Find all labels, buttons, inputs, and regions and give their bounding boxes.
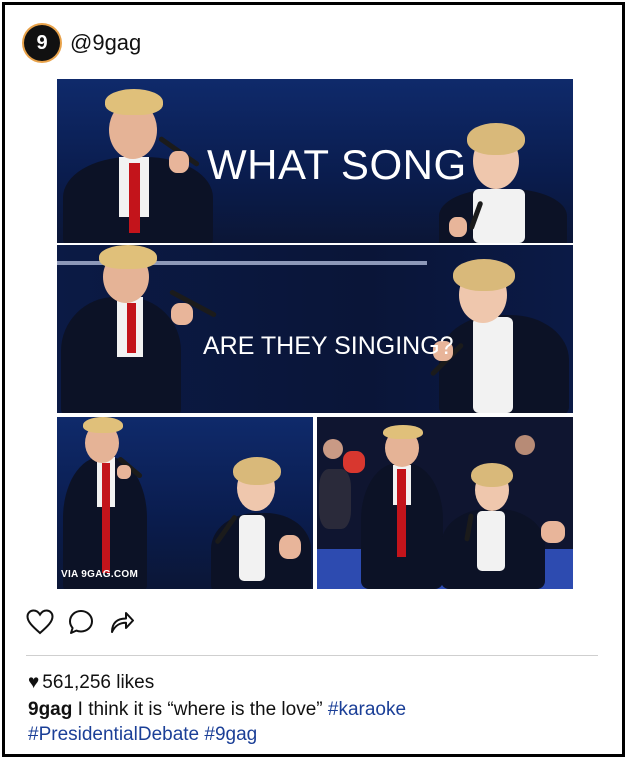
like-button[interactable]: [26, 608, 54, 636]
speaker-right-figure: [207, 417, 313, 589]
watermark-text: VIA 9GAG.COM: [61, 569, 139, 580]
speaker-left-figure: [57, 79, 227, 243]
share-icon: [111, 612, 134, 633]
hashtag-link[interactable]: #PresidentialDebate: [28, 724, 199, 745]
heart-outline-icon: [26, 609, 54, 635]
avatar[interactable]: 9: [24, 25, 60, 61]
collage-panel-middle: ARE THEY SINGING?: [57, 245, 573, 413]
speaker-right-figure: [435, 417, 573, 589]
collage-panel-bottom-right: [317, 417, 573, 589]
comment-button[interactable]: [67, 608, 95, 636]
post-image[interactable]: WHAT SONG ARE THEY SINGING? VIA 9GAG.COM: [57, 79, 573, 589]
collage-panel-bottom-left: VIA 9GAG.COM: [57, 417, 313, 589]
caption-text: I think it is “where is the love”: [77, 699, 323, 720]
speaker-right-figure: [429, 245, 573, 413]
avatar-logo-icon: 9: [36, 32, 48, 54]
post-actions: [26, 608, 149, 636]
divider: [26, 655, 598, 656]
likes-text: 561,256 likes: [42, 672, 155, 693]
likes-count[interactable]: ♥ 561,256 likes: [28, 672, 154, 694]
post-username[interactable]: @9gag: [70, 30, 141, 56]
speaker-left-figure: [57, 245, 227, 413]
post-caption: 9gag I think it is “where is the love” #…: [28, 697, 598, 747]
hashtag-link[interactable]: #karaoke: [328, 699, 406, 720]
share-button[interactable]: [108, 608, 136, 636]
speaker-left-figure: [57, 417, 167, 589]
collage-panel-top: WHAT SONG: [57, 79, 573, 243]
overlay-text-what-song: WHAT SONG: [207, 141, 467, 188]
speaker-left-figure: [357, 417, 447, 589]
caption-username[interactable]: 9gag: [28, 699, 72, 720]
overlay-text-are-they-singing: ARE THEY SINGING?: [203, 332, 454, 360]
comment-icon: [69, 610, 93, 634]
hashtag-link[interactable]: #9gag: [204, 724, 257, 745]
heart-filled-icon: ♥: [28, 672, 40, 693]
